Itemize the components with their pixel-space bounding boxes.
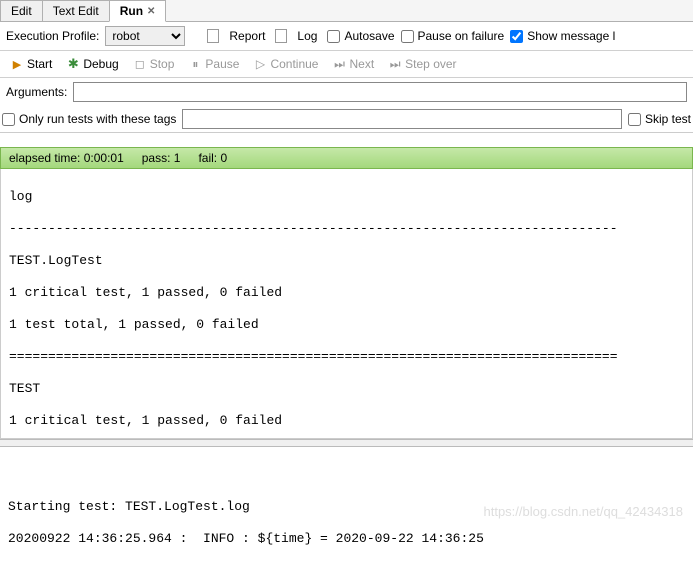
arguments-label: Arguments: <box>6 85 67 99</box>
console-line: 1 test total, 1 passed, 0 failed <box>9 316 684 333</box>
console-line: ========================================… <box>9 348 684 365</box>
start-button[interactable]: ▶Start <box>6 55 56 73</box>
tab-label: Edit <box>11 4 32 18</box>
debug-button[interactable]: ✱Debug <box>62 55 122 73</box>
pass-count: pass: 1 <box>142 151 181 165</box>
log-icon <box>275 29 287 43</box>
run-toolbar: ▶Start ✱Debug ◻Stop ⏸Pause ▷Continue ⏭Ne… <box>0 51 693 78</box>
stop-button[interactable]: ◻Stop <box>129 55 179 73</box>
tags-input[interactable] <box>182 109 622 129</box>
console-line: log <box>9 188 684 205</box>
bug-icon: ✱ <box>66 57 80 71</box>
arguments-input[interactable] <box>73 82 687 102</box>
report-icon <box>207 29 219 43</box>
console-line: 1 critical test, 1 passed, 0 failed <box>9 284 684 301</box>
stop-icon: ◻ <box>133 57 147 71</box>
step-over-icon: ⏭ <box>388 57 402 71</box>
tab-label: Run <box>120 4 143 18</box>
autosave-checkbox[interactable]: Autosave <box>327 29 394 43</box>
tags-row: Only run tests with these tags Skip test <box>0 106 693 133</box>
log-button[interactable]: Log <box>293 27 321 45</box>
console-line: 20200922 14:36:25.964 : INFO : ${time} =… <box>8 530 685 547</box>
tab-bar: Edit Text Edit Run ✕ <box>0 0 693 22</box>
console-line: TEST.LogTest <box>9 252 684 269</box>
play-icon: ▶ <box>10 57 24 71</box>
console-line: ----------------------------------------… <box>9 220 684 237</box>
skip-tests-checkbox[interactable]: Skip test <box>628 112 691 126</box>
tab-label: Text Edit <box>53 4 99 18</box>
profile-toolbar: Execution Profile: robot Report Log Auto… <box>0 22 693 51</box>
continue-icon: ▷ <box>253 57 267 71</box>
console-line: 1 critical test, 1 passed, 0 failed <box>9 412 684 429</box>
next-icon: ⏭ <box>332 57 346 71</box>
continue-button[interactable]: ▷Continue <box>249 55 322 73</box>
show-message-checkbox[interactable]: Show message l <box>510 29 615 43</box>
step-over-button[interactable]: ⏭Step over <box>384 55 460 73</box>
next-button[interactable]: ⏭Next <box>328 55 378 73</box>
elapsed-time: elapsed time: 0:00:01 <box>9 151 124 165</box>
profile-select[interactable]: robot <box>105 26 185 46</box>
pause-button[interactable]: ⏸Pause <box>184 55 243 73</box>
report-button[interactable]: Report <box>225 27 269 45</box>
tab-edit[interactable]: Edit <box>0 0 43 21</box>
close-icon[interactable]: ✕ <box>147 6 155 17</box>
watermark-text: https://blog.csdn.net/qq_42434318 <box>484 504 684 519</box>
pause-on-failure-checkbox[interactable]: Pause on failure <box>401 29 505 43</box>
tab-text-edit[interactable]: Text Edit <box>42 0 110 21</box>
arguments-row: Arguments: <box>0 78 693 106</box>
console-line <box>8 466 685 483</box>
console-line: TEST <box>9 380 684 397</box>
splitter-handle[interactable] <box>0 439 693 447</box>
profile-label: Execution Profile: <box>6 29 99 43</box>
console-output-bottom: Starting test: TEST.LogTest.log 20200922… <box>0 447 693 547</box>
console-output-top: log ------------------------------------… <box>0 169 693 439</box>
pause-icon: ⏸ <box>188 57 202 71</box>
fail-count: fail: 0 <box>198 151 227 165</box>
status-bar: elapsed time: 0:00:01 pass: 1 fail: 0 <box>0 147 693 169</box>
only-tags-checkbox[interactable]: Only run tests with these tags <box>2 112 176 126</box>
tab-run[interactable]: Run ✕ <box>109 0 167 22</box>
